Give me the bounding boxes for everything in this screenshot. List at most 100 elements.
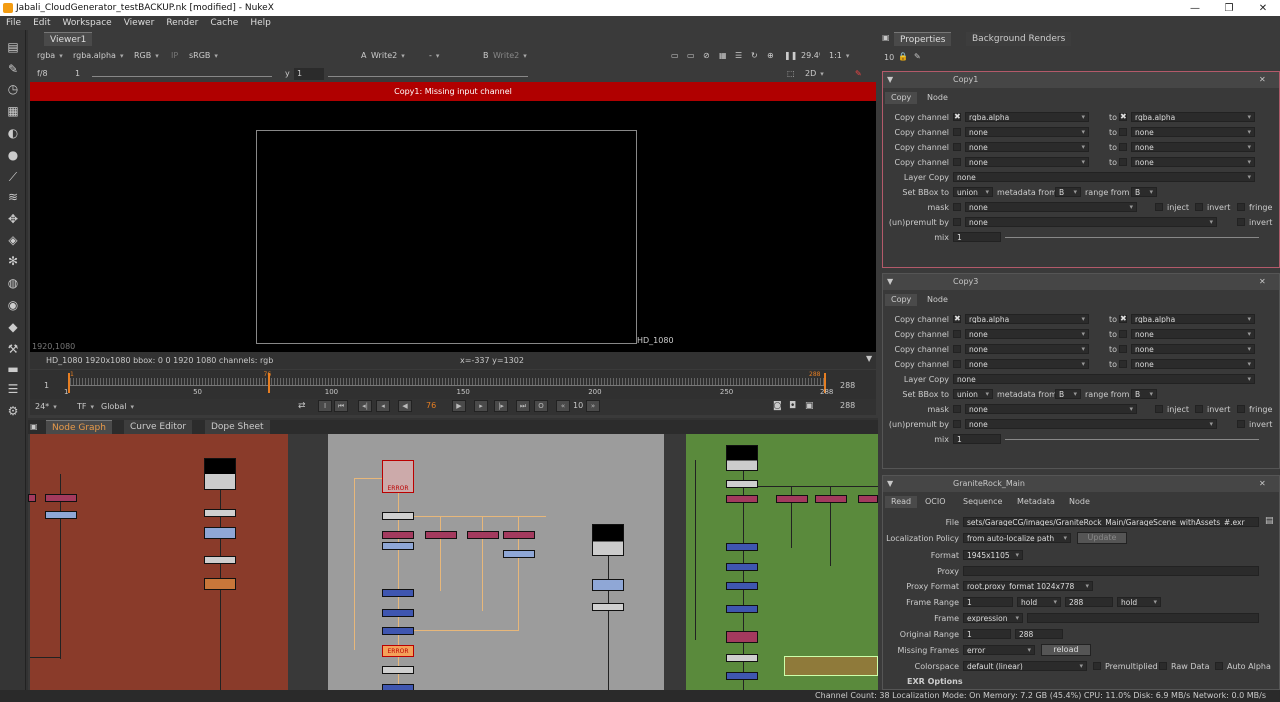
mix-slider[interactable] bbox=[1005, 237, 1259, 238]
menu-file[interactable]: File bbox=[0, 18, 27, 28]
close-icon[interactable]: ✕ bbox=[1259, 476, 1266, 492]
copy-to-checkbox[interactable] bbox=[1119, 112, 1127, 121]
copy-to-select[interactable]: none bbox=[1131, 157, 1255, 167]
layer-copy-select[interactable]: none bbox=[953, 374, 1255, 384]
loop-icon[interactable]: ⇄ bbox=[298, 401, 306, 411]
node-merge[interactable] bbox=[382, 627, 414, 635]
particles-nodes-icon[interactable]: ✻ bbox=[6, 254, 20, 268]
node-shuffle[interactable] bbox=[503, 550, 535, 558]
paint-icon[interactable]: ✎ bbox=[852, 68, 865, 80]
node-copy[interactable] bbox=[467, 531, 499, 539]
node-error[interactable]: ERROR bbox=[382, 645, 414, 657]
node-dot[interactable] bbox=[204, 556, 236, 564]
node-copy[interactable] bbox=[776, 495, 808, 503]
node-dot[interactable] bbox=[382, 666, 414, 674]
copy-to-select[interactable]: none bbox=[1131, 329, 1255, 339]
current-frame[interactable]: 76 bbox=[426, 401, 436, 410]
copy-to-checkbox[interactable] bbox=[1119, 128, 1127, 136]
tab-dope-sheet[interactable]: Dope Sheet bbox=[205, 420, 270, 434]
max-panels-field[interactable]: 10 bbox=[884, 53, 894, 62]
copy-to-checkbox[interactable] bbox=[1119, 345, 1127, 353]
capture-icon[interactable]: ▣ bbox=[805, 401, 814, 411]
hold-before-select[interactable]: hold bbox=[1017, 597, 1061, 607]
last-frame-button[interactable]: ⏭ bbox=[516, 400, 530, 412]
node-merge[interactable] bbox=[726, 563, 758, 571]
node-name-field[interactable]: Copy3 bbox=[953, 274, 978, 290]
node-merge[interactable] bbox=[726, 582, 758, 590]
lut-select[interactable]: sRGB bbox=[186, 50, 221, 62]
copy-to-checkbox[interactable] bbox=[1119, 330, 1127, 338]
close-icon[interactable]: ✕ bbox=[1259, 274, 1266, 290]
node-grade[interactable] bbox=[204, 527, 236, 539]
maximize-button[interactable]: ❐ bbox=[1212, 3, 1246, 14]
bbox-select[interactable]: union bbox=[953, 187, 993, 197]
deep-nodes-icon[interactable]: ◍ bbox=[6, 276, 20, 290]
image-nodes-icon[interactable]: ▤ bbox=[6, 40, 20, 54]
premult-invert-checkbox[interactable] bbox=[1237, 420, 1245, 428]
proxy-field[interactable] bbox=[963, 566, 1259, 576]
other-nodes-icon[interactable]: ▬ bbox=[6, 362, 20, 376]
tab-background-renders[interactable]: Background Renders bbox=[966, 32, 1072, 46]
panel-menu-icon[interactable]: ▣ bbox=[30, 422, 38, 431]
display-icon[interactable]: ▭ bbox=[684, 50, 698, 62]
original-range-end[interactable]: 288 bbox=[1015, 629, 1063, 639]
copy-to-select[interactable]: none bbox=[1131, 344, 1255, 354]
copy-to-checkbox[interactable] bbox=[1119, 143, 1127, 151]
mask-select[interactable]: none bbox=[965, 404, 1137, 414]
menu-render[interactable]: Render bbox=[160, 18, 204, 28]
fps-select[interactable]: 24* bbox=[32, 401, 60, 413]
prev-key-button[interactable]: ◂| bbox=[358, 400, 372, 412]
inject-checkbox[interactable] bbox=[1155, 405, 1163, 413]
node-copy[interactable] bbox=[815, 495, 847, 503]
gain-value[interactable]: 1 bbox=[72, 68, 83, 80]
prev-frame-button[interactable]: ◂ bbox=[376, 400, 390, 412]
composite-select[interactable]: - bbox=[426, 50, 476, 62]
metadata-select[interactable]: B bbox=[1055, 389, 1081, 399]
clear-icon[interactable]: ✎ bbox=[914, 52, 921, 61]
copy-to-checkbox[interactable] bbox=[1119, 360, 1127, 368]
stop-icon[interactable]: ◘ bbox=[789, 401, 796, 411]
fstop-value[interactable]: f/8 bbox=[34, 68, 51, 80]
flipbook-icon[interactable]: ◙ bbox=[773, 401, 782, 411]
gamma-slider[interactable] bbox=[328, 76, 528, 77]
collapse-icon[interactable]: ▼ bbox=[887, 274, 893, 290]
hold-after-select[interactable]: hold bbox=[1117, 597, 1161, 607]
timeline-ruler[interactable] bbox=[70, 378, 826, 386]
missing-frames-select[interactable]: error bbox=[963, 645, 1035, 655]
node-dot[interactable] bbox=[204, 509, 236, 517]
skip-forward-button[interactable]: » bbox=[586, 400, 600, 412]
mask-checkbox[interactable] bbox=[953, 203, 961, 211]
timeline-end[interactable]: 288 bbox=[840, 381, 855, 390]
node-copy[interactable] bbox=[858, 495, 878, 503]
copy-enable-checkbox[interactable] bbox=[953, 158, 961, 166]
tab-curve-editor[interactable]: Curve Editor bbox=[124, 420, 193, 434]
filter-nodes-icon[interactable]: ● bbox=[6, 148, 20, 162]
color-nodes-icon[interactable]: ◐ bbox=[6, 126, 20, 140]
copy-to-select[interactable]: none bbox=[1131, 142, 1255, 152]
node-dot[interactable] bbox=[726, 480, 758, 488]
range-from-select[interactable]: B bbox=[1131, 187, 1157, 197]
furnace-nodes-icon[interactable]: ☰ bbox=[6, 382, 20, 396]
node-read-thumbnail[interactable] bbox=[592, 524, 624, 556]
premult-checkbox[interactable] bbox=[953, 420, 961, 428]
node-dot[interactable] bbox=[592, 603, 624, 611]
frame-expression-field[interactable] bbox=[1027, 613, 1259, 623]
premult-select[interactable]: none bbox=[965, 217, 1217, 227]
metadata-select[interactable]: B bbox=[1055, 187, 1081, 197]
frame-mode-select[interactable]: expression bbox=[963, 613, 1023, 623]
file-browse-icon[interactable]: ▤ bbox=[1265, 516, 1274, 526]
node-merge[interactable] bbox=[382, 609, 414, 617]
node-name-field[interactable]: GraniteRock_Main bbox=[953, 476, 1025, 492]
tab-node[interactable]: Node bbox=[921, 92, 954, 104]
draw-nodes-icon[interactable]: ✎ bbox=[6, 62, 20, 76]
menu-workspace[interactable]: Workspace bbox=[57, 18, 118, 28]
mask-checkbox[interactable] bbox=[953, 405, 961, 413]
guides-icon[interactable]: ▦ bbox=[716, 50, 730, 62]
copy-enable-checkbox[interactable] bbox=[953, 143, 961, 151]
tab-metadata[interactable]: Metadata bbox=[1011, 496, 1061, 508]
menu-viewer[interactable]: Viewer bbox=[118, 18, 161, 28]
node-error-read[interactable]: ERROR bbox=[382, 460, 414, 493]
node-dot[interactable] bbox=[382, 512, 414, 520]
format-select[interactable]: 1945x1105 bbox=[963, 550, 1023, 560]
mix-field[interactable]: 1 bbox=[953, 232, 1001, 242]
